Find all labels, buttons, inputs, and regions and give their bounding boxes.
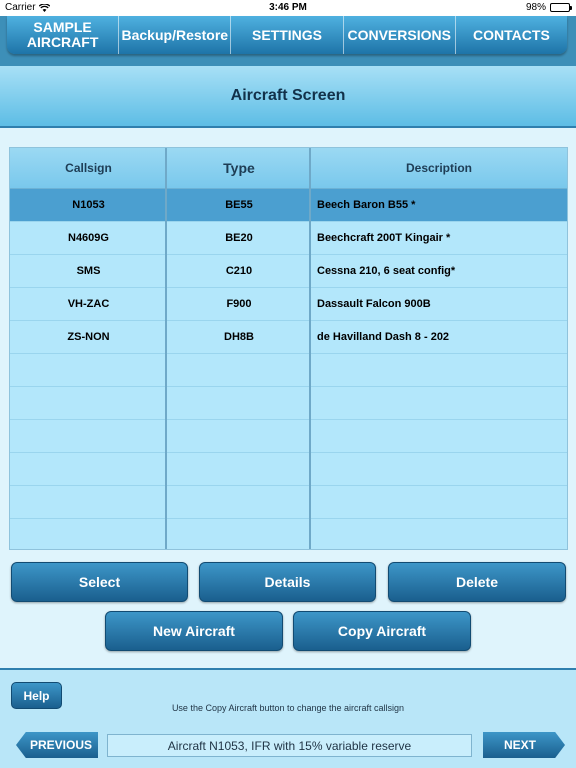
previous-button[interactable]: PREVIOUS (16, 732, 98, 758)
nav-bar: SAMPLE AIRCRAFT Backup/Restore SETTINGS … (7, 16, 567, 54)
table-row[interactable]: N4609G BE20 Beechcraft 200T Kingair * (10, 222, 567, 255)
page-title: Aircraft Screen (0, 66, 576, 128)
cell-description: Cessna 210, 6 seat config* (317, 265, 456, 277)
table-row[interactable] (10, 387, 567, 420)
bottom-panel: Help Use the Copy Aircraft button to cha… (0, 668, 576, 768)
battery-percent: 98% (525, 2, 546, 13)
next-button[interactable]: NEXT (483, 732, 565, 758)
battery-indicator: 98% (525, 2, 572, 13)
details-button[interactable]: Details (199, 562, 376, 602)
cell-callsign: SMS (76, 265, 101, 277)
cell-type: DH8B (224, 331, 254, 343)
table-header: Callsign Type Description (10, 148, 567, 189)
nav-conversions[interactable]: CONVERSIONS (344, 16, 456, 54)
table-row[interactable]: VH-ZAC F900 Dassault Falcon 900B (10, 288, 567, 321)
column-divider (309, 148, 311, 549)
cell-type: C210 (225, 265, 253, 277)
table-row[interactable]: SMS C210 Cessna 210, 6 seat config* (10, 255, 567, 288)
nav-sample-aircraft[interactable]: SAMPLE AIRCRAFT (7, 16, 120, 54)
cell-type: F900 (226, 298, 252, 310)
column-divider (165, 148, 167, 549)
cell-callsign: VH-ZAC (67, 298, 110, 310)
nav-settings[interactable]: SETTINGS (231, 16, 344, 54)
column-header-callsign[interactable]: Callsign (10, 148, 167, 188)
cell-description: Dassault Falcon 900B (317, 298, 431, 310)
nav-backup-restore[interactable]: Backup/Restore (119, 16, 232, 54)
delete-button[interactable]: Delete (388, 562, 566, 602)
column-header-type[interactable]: Type (167, 148, 311, 188)
aircraft-status-field: Aircraft N1053, IFR with 15% variable re… (107, 734, 472, 757)
cell-callsign: N1053 (72, 199, 105, 211)
column-header-description[interactable]: Description (311, 148, 567, 188)
cell-description: Beech Baron B55 * (317, 199, 416, 211)
table-body: N1053 BE55 Beech Baron B55 * N4609G BE20 Beec… (10, 189, 567, 549)
table-row[interactable] (10, 420, 567, 453)
new-aircraft-button[interactable]: New Aircraft (105, 611, 283, 651)
nav-contacts[interactable]: CONTACTS (456, 16, 567, 54)
cell-callsign: ZS-NON (67, 331, 110, 343)
table-row[interactable] (10, 453, 567, 486)
cell-description: Beechcraft 200T Kingair * (317, 232, 451, 244)
cell-callsign: N4609G (68, 232, 109, 244)
aircraft-table: Callsign Type Description N1053 BE55 Beech… (9, 147, 568, 550)
select-button[interactable]: Select (11, 562, 188, 602)
cell-type: BE55 (225, 199, 253, 211)
table-row[interactable]: ZS-NON DH8B de Havilland Dash 8 - 202 (10, 321, 567, 354)
table-row[interactable] (10, 519, 567, 549)
cell-type: BE20 (225, 232, 253, 244)
hint-text: Use the Copy Aircraft button to change t… (171, 703, 405, 713)
top-navigation: SAMPLE AIRCRAFT Backup/Restore SETTINGS … (0, 16, 576, 66)
table-row[interactable] (10, 354, 567, 387)
table-row[interactable]: N1053 BE55 Beech Baron B55 * (10, 189, 567, 222)
status-bar: Carrier 3:46 PM 98% (0, 0, 576, 16)
copy-aircraft-button[interactable]: Copy Aircraft (293, 611, 471, 651)
table-row[interactable] (10, 486, 567, 519)
clock: 3:46 PM (269, 2, 307, 13)
cell-description: de Havilland Dash 8 - 202 (317, 331, 450, 343)
battery-icon (550, 3, 572, 12)
